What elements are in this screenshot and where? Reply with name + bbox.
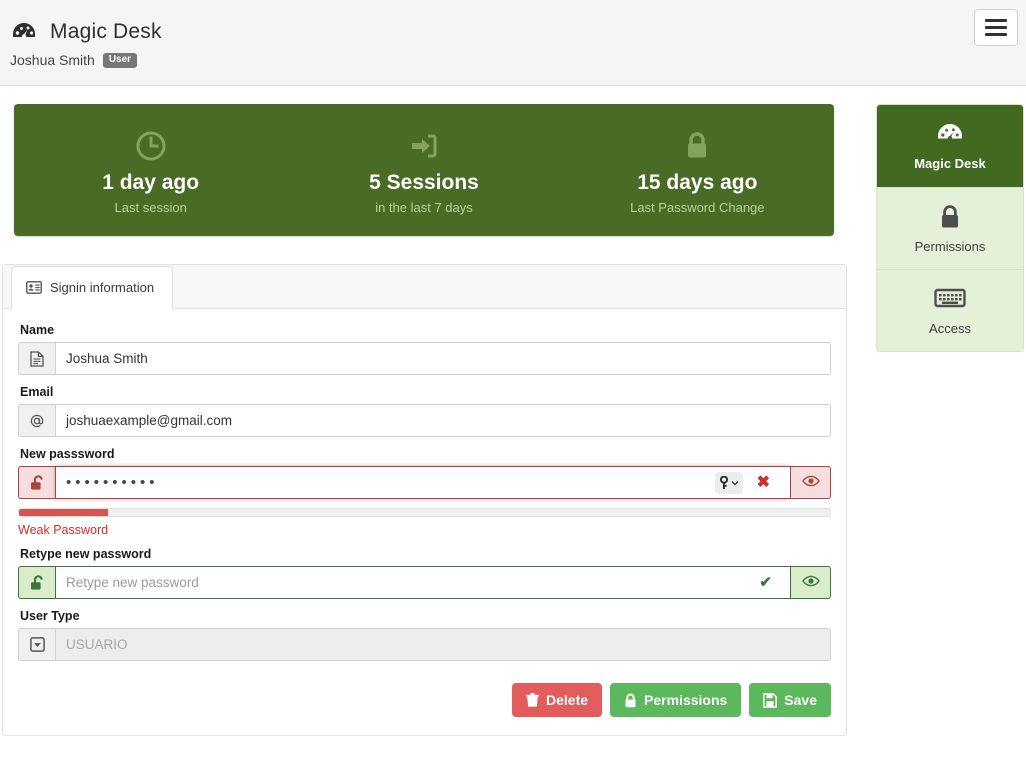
tachometer-icon: [935, 121, 965, 147]
password-strength: Weak Password: [18, 508, 831, 537]
file-text-icon: [18, 342, 55, 375]
permissions-button[interactable]: Permissions: [610, 683, 742, 717]
at-icon: [18, 404, 55, 437]
retype-password-field-group: Retype new password ✔: [18, 566, 831, 599]
name-label: Name: [20, 323, 55, 337]
toggle-retype-password-visibility-button[interactable]: [791, 566, 831, 599]
hamburger-bar: [985, 33, 1007, 36]
check-icon: ✔: [759, 574, 772, 591]
trash-icon: [526, 692, 539, 708]
stat-last-password-change: 15 days ago Last Password Change: [561, 104, 834, 236]
stat-sessions: 5 Sessions in the last 7 days: [287, 104, 560, 236]
keyboard-icon: [934, 286, 966, 312]
delete-button-label: Delete: [546, 692, 589, 708]
stat-label: Last session: [114, 199, 187, 215]
sidebar-item-label: Permissions: [914, 238, 986, 254]
stat-label: in the last 7 days: [375, 199, 473, 215]
signin-information-panel: Signin information Name Joshua Smith Ema…: [2, 264, 847, 736]
stat-value: 1 day ago: [102, 171, 200, 195]
tab-signin-information[interactable]: Signin information: [11, 266, 174, 309]
sidebar-item-label: Magic Desk: [914, 156, 986, 171]
save-button-label: Save: [784, 692, 817, 708]
save-button[interactable]: Save: [749, 683, 831, 717]
user-role-badge: User: [102, 52, 138, 68]
email-value: joshuaexample@gmail.com: [66, 413, 233, 428]
caret-square-down-icon: [18, 628, 55, 661]
new-password-value: ••••••••••: [66, 474, 159, 491]
email-label: Email: [20, 385, 54, 399]
side-menu: Magic Desk Permissions Access: [876, 104, 1024, 352]
unlock-icon: [18, 566, 55, 599]
key-icon[interactable]: [714, 471, 743, 494]
chevron-down-icon: [731, 480, 739, 486]
id-card-icon: [26, 281, 42, 294]
clock-icon: [134, 129, 168, 163]
sign-in-icon: [407, 129, 441, 163]
password-strength-fill: [19, 509, 109, 516]
hamburger-bar: [985, 19, 1007, 22]
new-password-label: New passsword: [20, 447, 115, 461]
tab-label: Signin information: [50, 280, 155, 295]
email-field-group: joshuaexample@gmail.com: [18, 404, 831, 437]
lock-icon: [624, 693, 637, 708]
toggle-password-visibility-button[interactable]: [791, 466, 831, 499]
floppy-disk-icon: [763, 692, 778, 708]
stat-last-session: 1 day ago Last session: [14, 104, 287, 236]
user-type-label: User Type: [20, 609, 80, 623]
permissions-button-label: Permissions: [644, 692, 728, 708]
user-type-input[interactable]: USUARIO: [55, 628, 831, 661]
sidebar-item-label: Access: [929, 320, 971, 336]
stat-label: Last Password Change: [630, 199, 765, 215]
user-type-field-group: USUARIO: [18, 628, 831, 661]
sidebar-item-magic-desk[interactable]: Magic Desk: [877, 105, 1023, 187]
user-info: Joshua Smith User: [0, 46, 1026, 68]
clear-password-icon[interactable]: ✖: [747, 474, 780, 491]
user-name: Joshua Smith: [10, 52, 95, 68]
brand: Magic Desk: [0, 0, 1026, 46]
stats-banner: 1 day ago Last session 5 Sessions in the…: [14, 104, 834, 236]
hamburger-menu-icon[interactable]: [974, 9, 1018, 46]
name-input[interactable]: Joshua Smith: [55, 342, 831, 375]
form-body: Name Joshua Smith Email joshuaexample@gm…: [3, 309, 846, 735]
stat-value: 5 Sessions: [369, 171, 479, 195]
password-strength-track: [18, 508, 831, 517]
top-header: Magic Desk Joshua Smith User: [0, 0, 1026, 86]
name-value: Joshua Smith: [66, 351, 148, 366]
email-input[interactable]: joshuaexample@gmail.com: [55, 404, 831, 437]
unlock-icon: [18, 466, 55, 499]
hamburger-bar: [985, 26, 1007, 29]
eye-icon: [801, 575, 820, 590]
eye-icon: [801, 475, 820, 490]
brand-title: Magic Desk: [50, 20, 162, 43]
tachometer-icon: [10, 18, 38, 46]
sidebar-item-access[interactable]: Access: [877, 269, 1023, 351]
retype-password-placeholder: Retype new password: [66, 575, 199, 590]
retype-password-input[interactable]: Retype new password ✔: [55, 566, 791, 599]
new-password-input[interactable]: •••••••••• ✖: [55, 466, 791, 499]
name-field-group: Joshua Smith: [18, 342, 831, 375]
form-actions: Delete Permissions Save: [18, 683, 831, 717]
lock-icon: [938, 204, 962, 230]
delete-button[interactable]: Delete: [512, 683, 603, 717]
password-strength-text: Weak Password: [18, 523, 109, 537]
stat-value: 15 days ago: [637, 171, 758, 195]
sidebar-item-permissions[interactable]: Permissions: [877, 187, 1023, 269]
user-type-placeholder: USUARIO: [66, 637, 128, 652]
new-password-field-group: •••••••••• ✖: [18, 466, 831, 499]
tab-strip: Signin information: [3, 265, 846, 309]
lock-icon: [680, 129, 714, 163]
retype-password-label: Retype new password: [20, 547, 152, 561]
